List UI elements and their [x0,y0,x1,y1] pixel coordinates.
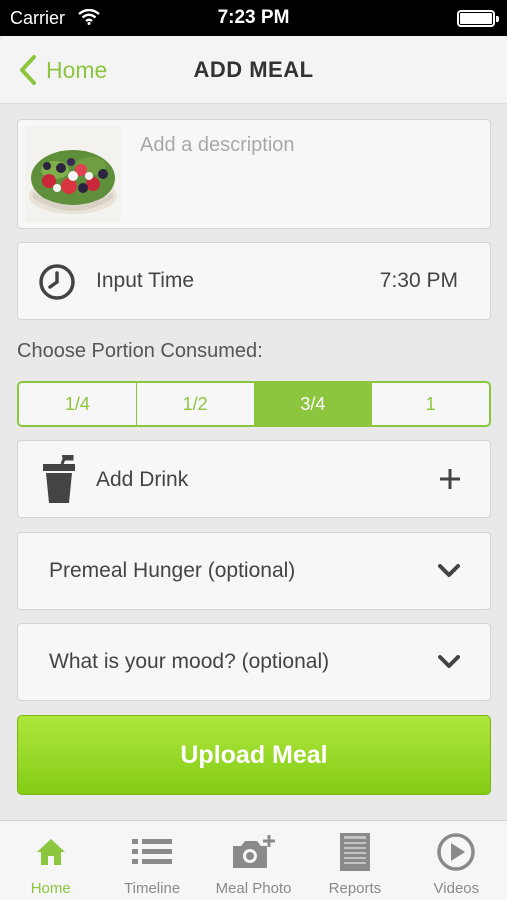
add-drink-label: Add Drink [96,468,189,491]
tab-reports[interactable]: Reports [304,821,405,900]
portion-option-three-quarters[interactable]: 3/4 [254,383,373,425]
tab-timeline[interactable]: Timeline [101,821,202,900]
tab-meal-photo[interactable]: Meal Photo [203,821,304,900]
nav-bar: Home ADD MEAL [0,36,507,104]
tab-meal-photo-label: Meal Photo [215,880,292,897]
description-card: Add a description [17,119,491,229]
portion-option-quarter[interactable]: 1/4 [19,383,137,425]
play-icon [437,833,476,871]
report-icon [339,833,370,871]
mood-dropdown[interactable]: What is your mood? (optional) [17,623,491,701]
meal-photo-thumbnail[interactable] [25,126,121,222]
tab-home-label: Home [30,880,71,897]
add-drink-row[interactable]: Add Drink [17,440,491,518]
tab-timeline-label: Timeline [124,880,181,897]
tab-reports-label: Reports [328,880,382,897]
plus-icon[interactable] [438,467,462,491]
input-time-row[interactable]: Input Time 7:30 PM [17,242,491,320]
upload-meal-button[interactable]: Upload Meal [17,715,491,795]
premeal-hunger-dropdown[interactable]: Premeal Hunger (optional) [17,532,491,610]
description-input[interactable]: Add a description [140,134,295,157]
tab-home[interactable]: Home [0,821,101,900]
status-time: 7:23 PM [217,7,290,28]
portion-option-half[interactable]: 1/2 [137,383,255,425]
input-time-label: Input Time [96,269,195,292]
drink-cup-icon [43,455,75,503]
chevron-down-icon [438,564,460,577]
premeal-hunger-label: Premeal Hunger (optional) [49,559,296,582]
tab-videos[interactable]: Videos [406,821,507,900]
add-meal-form: Add a description Input Time 7:30 PM Cho… [0,104,507,820]
input-time-value: 7:30 PM [379,269,458,292]
clock-icon [39,264,75,300]
home-icon [36,839,65,865]
camera-icon [232,835,275,868]
mood-label: What is your mood? (optional) [49,650,330,673]
status-bar: Carrier 7:23 PM [0,0,507,36]
battery-icon [457,10,499,27]
portion-title: Choose Portion Consumed: [17,340,263,362]
chevron-down-icon [438,655,460,668]
page-title: ADD MEAL [193,57,314,82]
tab-videos-label: Videos [433,880,480,897]
portion-option-full[interactable]: 1 [372,383,489,425]
portion-selector: 1/4 1/2 3/4 1 [17,381,491,427]
tab-bar: Home Timeline Meal Photo Reports Videos [0,820,507,900]
list-icon [132,839,173,864]
